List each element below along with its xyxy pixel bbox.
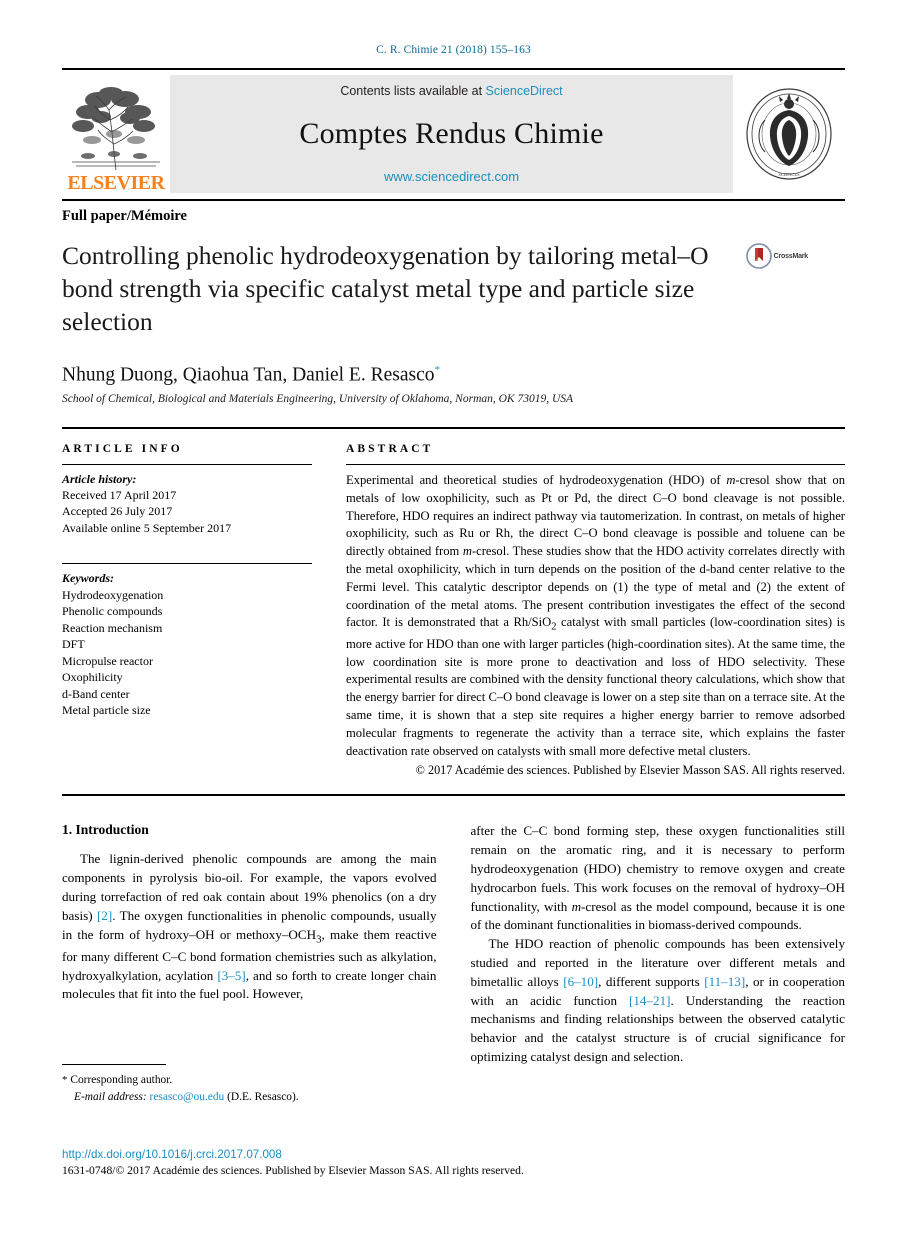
history-received: Received 17 April 2017	[62, 487, 177, 502]
history-available-online: Available online 5 September 2017	[62, 521, 232, 536]
crossmark-icon	[745, 243, 772, 269]
email-owner: (D.E. Resasco).	[227, 1090, 299, 1103]
crossmark-label: CrossMark	[773, 252, 809, 260]
running-head: C. R. Chimie 21 (2018) 155–163	[376, 44, 531, 56]
elsevier-logo: ELSEVIER	[62, 75, 170, 193]
keyword-item: Metal particle size	[62, 703, 151, 718]
crossmark-badge[interactable]: CrossMark	[722, 239, 808, 338]
affiliation: School of Chemical, Biological and Mater…	[62, 392, 574, 405]
history-accepted: Accepted 26 July 2017	[62, 504, 173, 519]
journal-url-link[interactable]: www.sciencedirect.com	[384, 169, 519, 184]
email-address-label: E-mail address:	[74, 1090, 147, 1103]
article-type-bar: Full paper/Mémoire	[62, 199, 845, 225]
section-heading-introduction: 1. Introduction	[62, 822, 149, 838]
author-list: Nhung Duong, Qiaohua Tan, Daniel E. Resa…	[62, 364, 845, 387]
article-info-rule	[62, 463, 312, 465]
article-info-heading: ARTICLE INFO	[62, 442, 183, 455]
paragraph: The HDO reaction of phenolic compounds h…	[470, 936, 846, 1064]
keyword-item: Micropulse reactor	[62, 653, 153, 668]
doi-link[interactable]: http://dx.doi.org/10.1016/j.crci.2017.07…	[62, 1148, 282, 1161]
body-column-right: after the C–C bond forming step, these o…	[471, 822, 846, 1066]
journal-masthead: ELSEVIER Contents lists available at Sci…	[62, 68, 845, 193]
abstract-heading: ABSTRACT	[346, 442, 434, 455]
keywords-rule	[62, 562, 312, 564]
abstract-column: ABSTRACT Experimental and theoretical st…	[346, 443, 845, 779]
footnote-rule	[62, 1064, 166, 1065]
body-column-left: 1. Introduction The lignin-derived pheno…	[62, 822, 437, 1066]
sciencedirect-link[interactable]: ScienceDirect	[486, 84, 563, 98]
page-footer: http://dx.doi.org/10.1016/j.crci.2017.07…	[62, 1145, 852, 1177]
elsevier-wordmark: ELSEVIER	[67, 172, 165, 194]
keyword-item: Hydrodeoxygenation	[62, 587, 164, 602]
author-names: Nhung Duong, Qiaohua Tan, Daniel E. Resa…	[62, 364, 435, 386]
keyword-item: Oxophilicity	[62, 670, 123, 685]
article-info-column: ARTICLE INFO Article history: Received 1…	[62, 443, 312, 779]
footnote-email-line: E-mail address: resasco@ou.edu (D.E. Res…	[62, 1089, 432, 1106]
article-history-label: Article history:	[62, 471, 137, 486]
contents-available-line: Contents lists available at ScienceDirec…	[340, 84, 562, 98]
footnote-corresponding: * Corresponding author.	[62, 1072, 432, 1089]
masthead-center: Contents lists available at ScienceDirec…	[170, 75, 733, 193]
svg-text:SCIENCES: SCIENCES	[778, 172, 800, 177]
footnote-block: * Corresponding author. E-mail address: …	[62, 1064, 432, 1105]
academie-seal: SCIENCES	[733, 75, 845, 193]
abstract-text: Experimental and theoretical studies of …	[346, 472, 845, 758]
academie-seal-icon: SCIENCES	[746, 88, 832, 180]
paragraph: The lignin-derived phenolic compounds ar…	[62, 851, 437, 1002]
article-type-label: Full paper/Mémoire	[62, 208, 187, 224]
corresponding-author-marker: *	[434, 364, 441, 377]
keywords-label: Keywords:	[62, 570, 114, 585]
title-block: Controlling phenolic hydrodeoxygenation …	[62, 239, 845, 338]
keyword-item: DFT	[62, 637, 85, 652]
abstract-rule	[346, 463, 845, 465]
elsevier-tree-icon	[68, 84, 164, 172]
info-abstract-row: ARTICLE INFO Article history: Received 1…	[62, 429, 845, 779]
keyword-item: d-Band center	[62, 686, 130, 701]
journal-title: Comptes Rendus Chimie	[299, 116, 604, 150]
abstract-copyright: © 2017 Académie des sciences. Published …	[415, 763, 845, 778]
keyword-item: Phenolic compounds	[62, 604, 163, 619]
keyword-item: Reaction mechanism	[62, 620, 163, 635]
page-title: Controlling phenolic hydrodeoxygenation …	[62, 241, 709, 337]
contents-prefix: Contents lists available at	[340, 84, 486, 98]
info-abstract-bottom-rule	[62, 794, 845, 797]
body-columns: 1. Introduction The lignin-derived pheno…	[62, 822, 845, 1066]
issn-copyright-line: 1631-0748/© 2017 Académie des sciences. …	[62, 1164, 524, 1177]
article-page: C. R. Chimie 21 (2018) 155–163 ELSEVIER …	[0, 0, 907, 1238]
paragraph: after the C–C bond forming step, these o…	[470, 823, 846, 933]
email-link[interactable]: resasco@ou.edu	[150, 1091, 225, 1103]
footnote-corresponding-text: Corresponding author.	[70, 1074, 173, 1086]
footnote-marker: *	[62, 1074, 68, 1086]
keywords-list: Hydrodeoxygenation Phenolic compounds Re…	[62, 587, 312, 719]
